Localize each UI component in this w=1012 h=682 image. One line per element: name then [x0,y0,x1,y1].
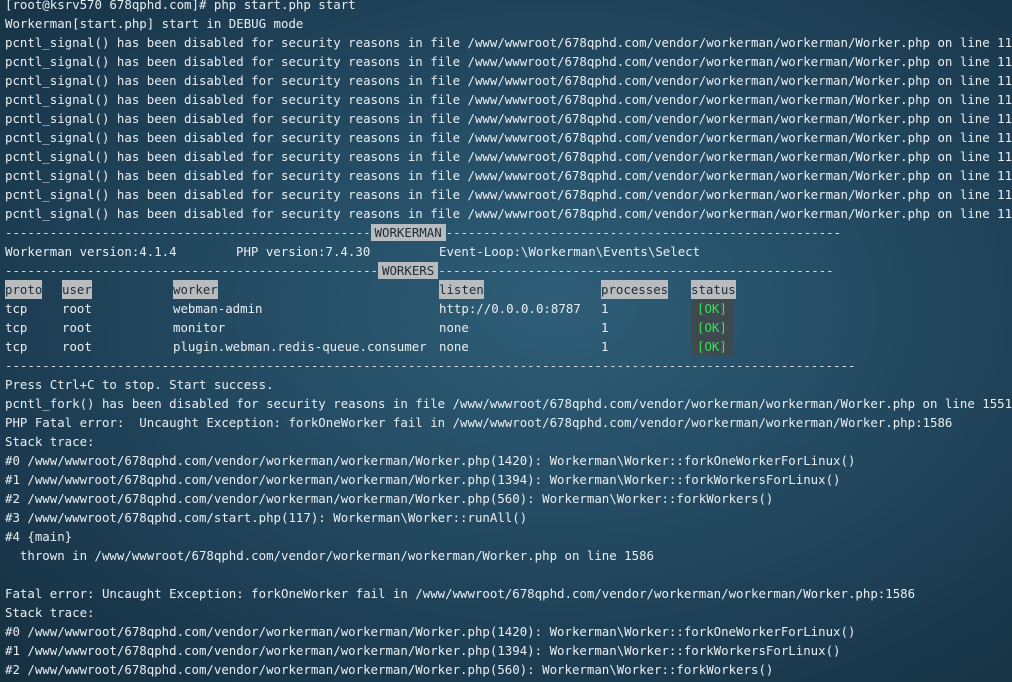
separator-dashes: ----------------------------------------… [5,225,371,240]
stack-frame-line: #2 /www/wwwroot/678qphd.com/vendor/worke… [5,491,774,506]
table-row: tcp root monitor none 1 [OK] [5,318,1005,337]
event-loop: Event-Loop:\Workerman\Events\Select [439,244,701,259]
column-header-user: user [62,280,92,299]
version-line: Workerman version:4.1.4 PHP version:7.4.… [5,242,1005,261]
cell-proto: tcp [5,301,28,316]
cell-user: root [62,301,92,316]
php-version: PHP version:7.4.30 [236,244,371,259]
stack-frame-line: #0 /www/wwwroot/678qphd.com/vendor/worke… [5,624,856,639]
cell-worker: monitor [173,320,226,335]
pcntl-signal-line: pcntl_signal() has been disabled for sec… [5,111,1012,126]
workers-tag: WORKERS [378,262,439,279]
column-header-listen: listen [439,280,484,299]
start-success-line: Press Ctrl+C to stop. Start success. [5,377,274,392]
workerman-separator: ----------------------------------------… [5,223,841,242]
pcntl-signal-line: pcntl_signal() has been disabled for sec… [5,92,1012,107]
workerman-tag: WORKERMAN [370,224,446,241]
status-ok-badge: [OK] [697,337,727,356]
cell-worker: webman-admin [173,301,263,316]
cell-listen: none [439,320,469,335]
workers-separator: ----------------------------------------… [5,261,834,280]
cell-listen: none [439,339,469,354]
workerman-version: Workerman version:4.1.4 [5,244,177,259]
pcntl-fork-line: pcntl_fork() has been disabled for secur… [5,396,1012,411]
cell-processes: 1 [601,301,609,316]
column-header-processes: processes [601,280,669,299]
stack-frame-line: #2 /www/wwwroot/678qphd.com/vendor/worke… [5,662,774,677]
pcntl-signal-line: pcntl_signal() has been disabled for sec… [5,149,1012,164]
cell-processes: 1 [601,320,609,335]
stack-frame-line: #4 {main} [5,529,73,544]
table-row: tcp root plugin.webman.redis-queue.consu… [5,337,1005,356]
pcntl-signal-line: pcntl_signal() has been disabled for sec… [5,187,1012,202]
php-fatal-error-line: PHP Fatal error: Uncaught Exception: for… [5,415,953,430]
cell-worker: plugin.webman.redis-queue.consumer [173,339,427,354]
separator-dashes: ----------------------------------------… [5,263,378,278]
pcntl-signal-line: pcntl_signal() has been disabled for sec… [5,130,1012,145]
cell-user: root [62,320,92,335]
pcntl-signal-line: pcntl_signal() has been disabled for sec… [5,73,1012,88]
stack-trace-heading: Stack trace: [5,434,95,449]
cell-processes: 1 [601,339,609,354]
fatal-error-line: Fatal error: Uncaught Exception: forkOne… [5,586,916,601]
column-header-proto: proto [5,280,43,299]
pcntl-signal-line: pcntl_signal() has been disabled for sec… [5,54,1012,69]
status-ok-badge: [OK] [697,299,727,318]
pcntl-signal-line: pcntl_signal() has been disabled for sec… [5,206,1012,221]
separator-dashes: ----------------------------------------… [445,225,842,240]
prompt-line: [root@ksrv570 678qphd.com]# php start.ph… [5,0,356,12]
stack-frame-line: #0 /www/wwwroot/678qphd.com/vendor/worke… [5,453,856,468]
thrown-in-line: thrown in /www/wwwroot/678qphd.com/vendo… [5,548,655,563]
cell-proto: tcp [5,320,28,335]
table-bottom-separator: ----------------------------------------… [5,358,856,373]
cell-proto: tcp [5,339,28,354]
stack-frame-line: #3 /www/wwwroot/678qphd.com/start.php(11… [5,510,528,525]
column-header-status: status [691,280,736,299]
status-ok-badge: [OK] [697,318,727,337]
pcntl-signal-line: pcntl_signal() has been disabled for sec… [5,168,1012,183]
column-header-worker: worker [173,280,218,299]
pcntl-signal-line: pcntl_signal() has been disabled for sec… [5,35,1012,50]
table-row: tcp root webman-admin http://0.0.0.0:878… [5,299,1005,318]
stack-frame-line: #1 /www/wwwroot/678qphd.com/vendor/worke… [5,643,841,658]
terminal-window[interactable]: [root@ksrv570 678qphd.com]# php start.ph… [0,0,1012,682]
stack-frame-line: #1 /www/wwwroot/678qphd.com/vendor/worke… [5,472,841,487]
cell-listen: http://0.0.0.0:8787 [439,301,581,316]
cell-user: root [62,339,92,354]
workers-table-header: proto user worker listen processes statu… [5,280,1005,299]
debug-mode-line: Workerman[start.php] start in DEBUG mode [5,16,304,31]
separator-dashes: ----------------------------------------… [438,263,834,278]
stack-trace-heading: Stack trace: [5,605,95,620]
